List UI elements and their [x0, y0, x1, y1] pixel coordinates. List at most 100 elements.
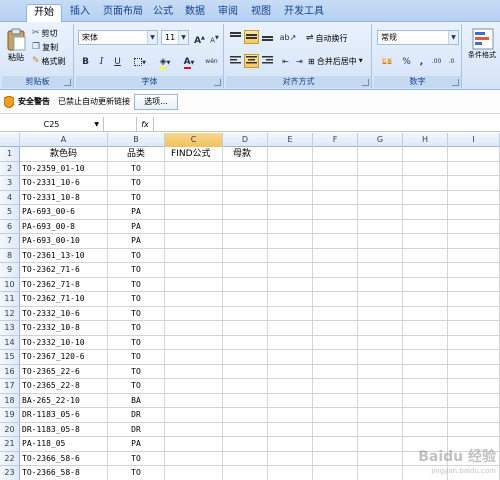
cell-e11[interactable] [268, 292, 313, 307]
cell-c21[interactable] [165, 437, 223, 452]
cell-g6[interactable] [358, 219, 403, 234]
cell-d1[interactable]: 母款 [223, 147, 268, 162]
cell-h1[interactable] [403, 147, 448, 162]
shrink-font-button[interactable]: A▼ [207, 30, 222, 44]
cell-b11[interactable]: TO [108, 292, 165, 307]
cell-a23[interactable]: TO-2366_58-8 [20, 466, 108, 480]
align-right-button[interactable] [260, 54, 275, 68]
row-header[interactable]: 4 [0, 190, 20, 205]
cell-a2[interactable]: TO-2359_01-10 [20, 161, 108, 176]
cell-b13[interactable]: TO [108, 321, 165, 336]
cell-i6[interactable] [448, 219, 500, 234]
cell-c20[interactable] [165, 422, 223, 437]
cell-g19[interactable] [358, 408, 403, 423]
cell-d17[interactable] [223, 379, 268, 394]
cell-i18[interactable] [448, 393, 500, 408]
cell-e2[interactable] [268, 161, 313, 176]
row-header[interactable]: 14 [0, 335, 20, 350]
decrease-indent-button[interactable]: ⇤ [278, 54, 293, 68]
cell-a5[interactable]: PA-693_00-6 [20, 205, 108, 220]
cell-f14[interactable] [313, 335, 358, 350]
cell-g13[interactable] [358, 321, 403, 336]
cell-e6[interactable] [268, 219, 313, 234]
italic-button[interactable]: I [94, 54, 109, 68]
cell-g5[interactable] [358, 205, 403, 220]
format-painter-button[interactable]: ✎ 格式刷 [32, 55, 66, 68]
cell-b9[interactable]: TO [108, 263, 165, 278]
cell-g21[interactable] [358, 437, 403, 452]
cell-f21[interactable] [313, 437, 358, 452]
tab-review[interactable]: 审阅 [215, 4, 241, 22]
clipboard-launcher-icon[interactable] [64, 79, 71, 86]
cell-b18[interactable]: BA [108, 393, 165, 408]
cell-h8[interactable] [403, 248, 448, 263]
cell-a19[interactable]: DR-1183_05-6 [20, 408, 108, 423]
cell-c11[interactable] [165, 292, 223, 307]
cell-b5[interactable]: PA [108, 205, 165, 220]
cell-d7[interactable] [223, 234, 268, 249]
cell-f15[interactable] [313, 350, 358, 365]
cell-c7[interactable] [165, 234, 223, 249]
cell-h5[interactable] [403, 205, 448, 220]
cell-d14[interactable] [223, 335, 268, 350]
row-header[interactable]: 20 [0, 422, 20, 437]
cell-c16[interactable] [165, 364, 223, 379]
row-header[interactable]: 22 [0, 451, 20, 466]
cell-e13[interactable] [268, 321, 313, 336]
percent-button[interactable]: % [399, 54, 414, 68]
cell-d9[interactable] [223, 263, 268, 278]
cell-d11[interactable] [223, 292, 268, 307]
font-name-combo[interactable]: 宋体 ▼ [78, 30, 158, 45]
cell-f9[interactable] [313, 263, 358, 278]
cell-g3[interactable] [358, 176, 403, 191]
cell-a15[interactable]: TO-2367_120-6 [20, 350, 108, 365]
cell-g15[interactable] [358, 350, 403, 365]
cell-f19[interactable] [313, 408, 358, 423]
cell-b10[interactable]: TO [108, 277, 165, 292]
row-header[interactable]: 10 [0, 277, 20, 292]
cell-e17[interactable] [268, 379, 313, 394]
cell-e12[interactable] [268, 306, 313, 321]
cell-f12[interactable] [313, 306, 358, 321]
underline-button[interactable]: U [110, 54, 125, 68]
cell-i8[interactable] [448, 248, 500, 263]
cell-h4[interactable] [403, 190, 448, 205]
column-header-e[interactable]: E [268, 133, 313, 147]
cell-c23[interactable] [165, 466, 223, 480]
cell-i19[interactable] [448, 408, 500, 423]
cell-g16[interactable] [358, 364, 403, 379]
cell-i9[interactable] [448, 263, 500, 278]
cell-a4[interactable]: TO-2331_10-8 [20, 190, 108, 205]
cell-e5[interactable] [268, 205, 313, 220]
cell-b8[interactable]: TO [108, 248, 165, 263]
cell-a13[interactable]: TO-2332_10-8 [20, 321, 108, 336]
cell-f22[interactable] [313, 451, 358, 466]
align-left-button[interactable] [228, 54, 243, 68]
cell-g22[interactable] [358, 451, 403, 466]
cell-g14[interactable] [358, 335, 403, 350]
font-launcher-icon[interactable] [214, 79, 221, 86]
cell-b19[interactable]: DR [108, 408, 165, 423]
row-header[interactable]: 17 [0, 379, 20, 394]
cell-i20[interactable] [448, 422, 500, 437]
cell-c1[interactable]: FIND公式 [165, 147, 223, 162]
cell-c9[interactable] [165, 263, 223, 278]
cell-a10[interactable]: TO-2362_71-8 [20, 277, 108, 292]
cell-h20[interactable] [403, 422, 448, 437]
select-all-corner[interactable] [0, 133, 20, 147]
cell-a9[interactable]: TO-2362_71-6 [20, 263, 108, 278]
cell-d18[interactable] [223, 393, 268, 408]
cell-h6[interactable] [403, 219, 448, 234]
cell-e8[interactable] [268, 248, 313, 263]
cell-d19[interactable] [223, 408, 268, 423]
cell-d4[interactable] [223, 190, 268, 205]
chevron-down-icon[interactable]: ▼ [178, 31, 188, 44]
cell-d16[interactable] [223, 364, 268, 379]
column-header-g[interactable]: G [358, 133, 403, 147]
cell-g2[interactable] [358, 161, 403, 176]
cell-a1[interactable]: 款色码 [20, 147, 108, 162]
cell-b16[interactable]: TO [108, 364, 165, 379]
formula-input[interactable] [156, 117, 500, 132]
cell-e18[interactable] [268, 393, 313, 408]
cell-c14[interactable] [165, 335, 223, 350]
